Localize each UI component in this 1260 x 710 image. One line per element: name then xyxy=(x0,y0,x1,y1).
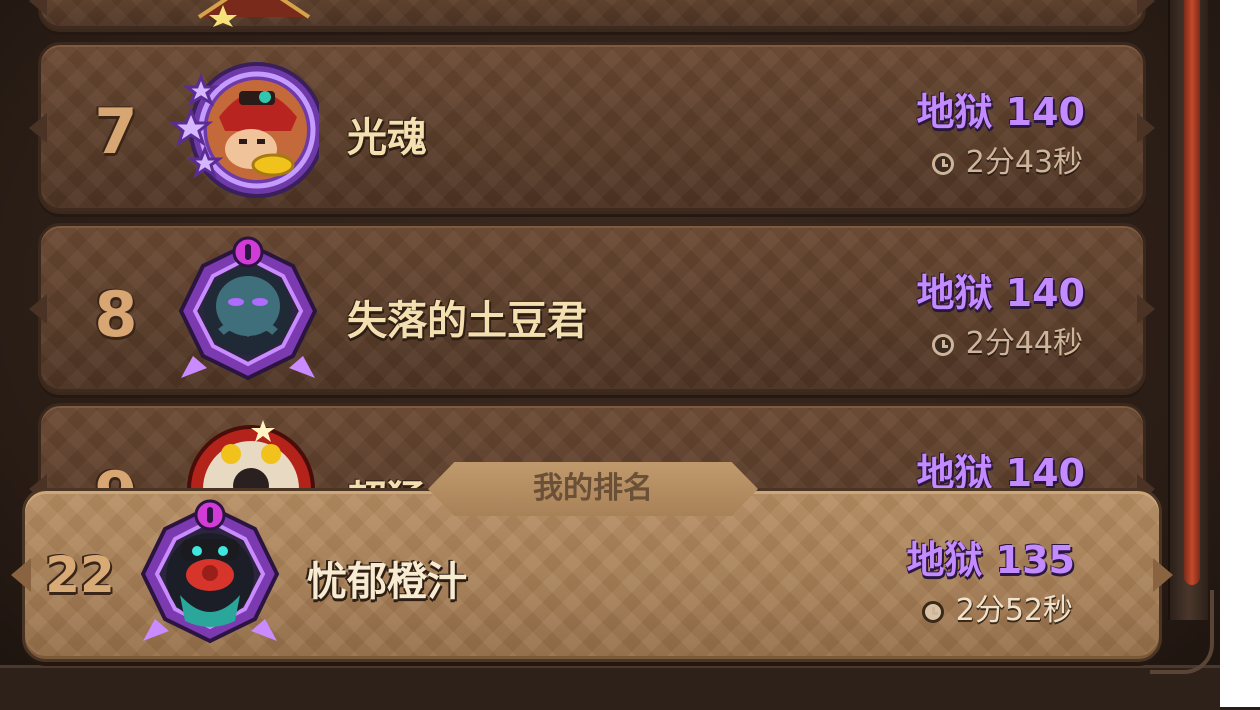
my-avatar[interactable] xyxy=(135,499,285,649)
player-name: 失落的土豆君 xyxy=(347,298,587,344)
avatar-partial xyxy=(197,0,311,27)
difficulty-label: 地狱 140 xyxy=(916,90,1085,134)
leaderboard-row-partial[interactable] xyxy=(38,0,1146,32)
leaderboard-row[interactable]: 7 光魂 地狱 140 2分43秒 xyxy=(38,42,1146,214)
clear-time: 2分43秒 xyxy=(931,137,1083,181)
my-player-name: 忧郁橙汁 xyxy=(307,559,467,605)
clear-time-value: 2分43秒 xyxy=(965,145,1083,180)
clear-time-value: 2分44秒 xyxy=(965,326,1083,361)
clock-icon xyxy=(931,334,954,356)
clear-time: 2分44秒 xyxy=(931,318,1083,362)
my-rank-tab: 我的排名 xyxy=(428,462,758,516)
clock-icon xyxy=(931,153,954,175)
player-avatar[interactable] xyxy=(169,57,319,207)
my-difficulty-label: 地狱 135 xyxy=(906,538,1075,582)
difficulty-label: 地狱 140 xyxy=(916,271,1085,315)
leaderboard-row[interactable]: 8 失落的土豆君 地狱 140 2分44秒 xyxy=(38,223,1146,395)
rank-number: 8 xyxy=(94,278,138,351)
my-clear-time-value: 2分52秒 xyxy=(955,593,1073,628)
my-clear-time: 2分52秒 xyxy=(921,585,1073,629)
screen-edge xyxy=(1220,0,1260,707)
bottom-panel xyxy=(0,665,1220,710)
rank-number: 7 xyxy=(94,95,138,168)
player-avatar[interactable] xyxy=(173,236,323,386)
player-name: 光魂 xyxy=(347,115,427,161)
my-rank-number: 22 xyxy=(45,546,115,604)
scrollbar-thumb[interactable] xyxy=(1184,0,1200,585)
clock-icon xyxy=(921,601,944,623)
